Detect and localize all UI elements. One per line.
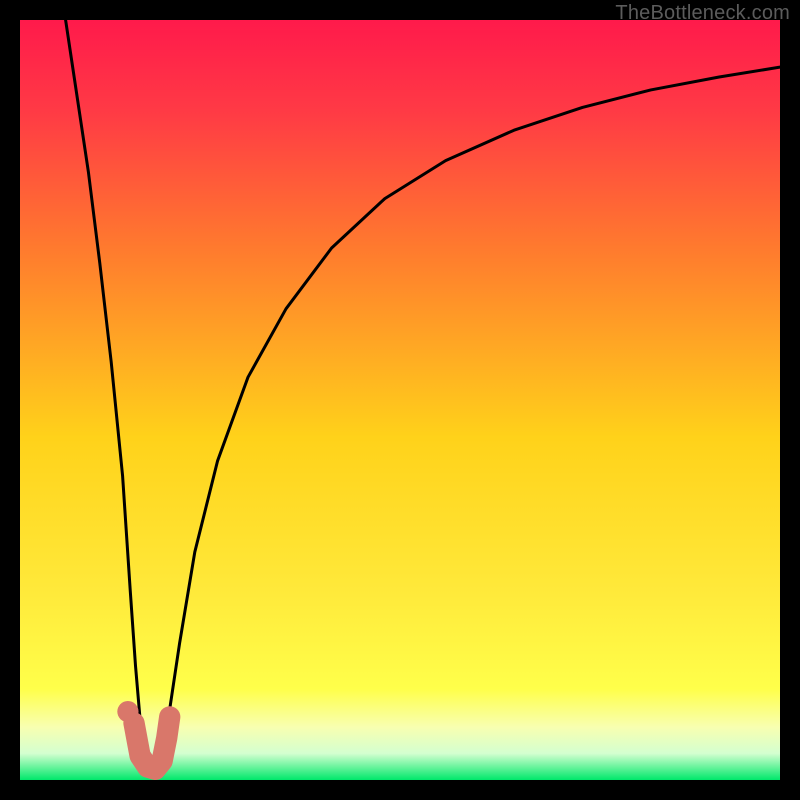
chart-frame: TheBottleneck.com xyxy=(0,0,800,800)
marker-dot xyxy=(117,701,138,722)
plot-area xyxy=(20,20,780,780)
gradient-background xyxy=(20,20,780,780)
watermark-text: TheBottleneck.com xyxy=(615,2,790,25)
chart-svg xyxy=(20,20,780,780)
